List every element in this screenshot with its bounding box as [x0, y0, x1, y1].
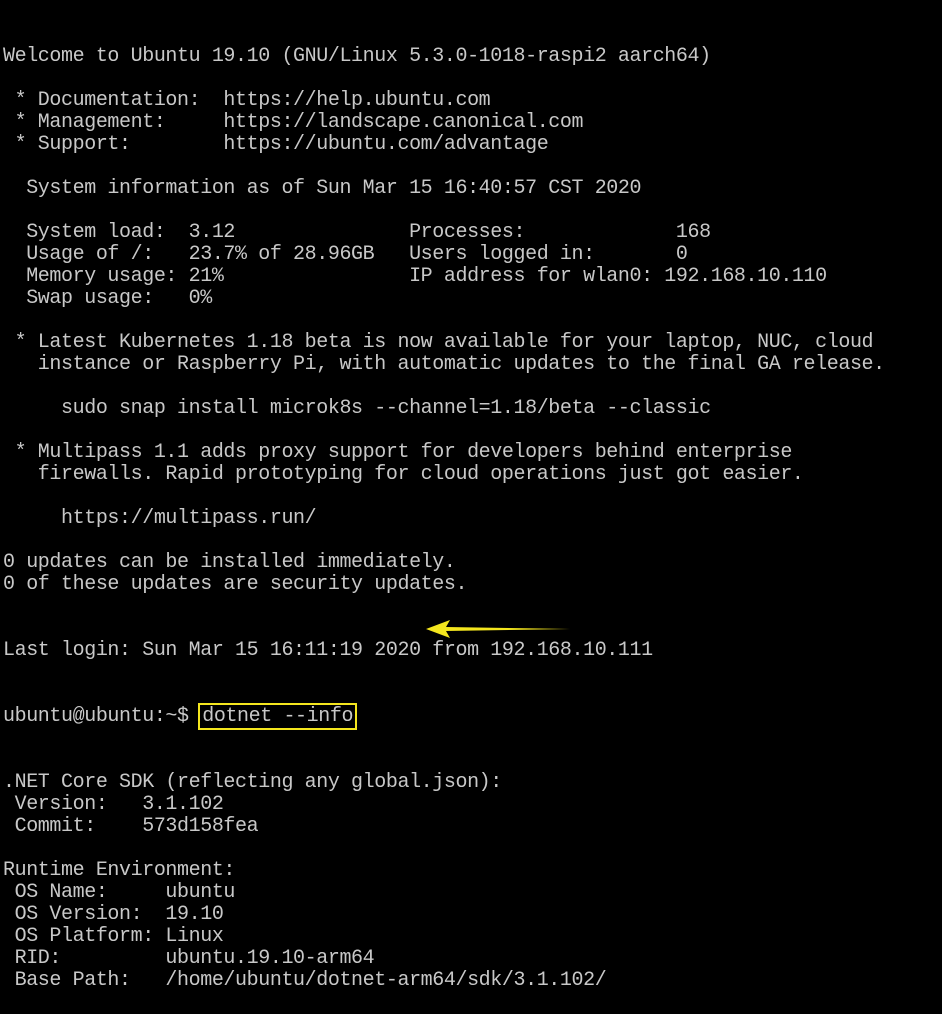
terminal-line: * Documentation: https://help.ubuntu.com [3, 89, 491, 112]
highlighted-command: dotnet --info [198, 703, 358, 730]
terminal-line: Usage of /: 23.7% of 28.96GB Users logge… [3, 243, 688, 266]
output-line: Runtime Environment: [3, 859, 236, 882]
terminal-line: 0 updates can be installed immediately. [3, 551, 456, 574]
terminal-line: firewalls. Rapid prototyping for cloud o… [3, 463, 804, 486]
terminal-line: System information as of Sun Mar 15 16:4… [3, 177, 642, 200]
login-banner: Welcome to Ubuntu 19.10 (GNU/Linux 5.3.0… [3, 46, 938, 662]
terminal-line: * Latest Kubernetes 1.18 beta is now ava… [3, 331, 874, 354]
terminal-line: Welcome to Ubuntu 19.10 (GNU/Linux 5.3.0… [3, 45, 711, 68]
output-line: Commit: 573d158fea [3, 815, 259, 838]
terminal-line: instance or Raspberry Pi, with automatic… [3, 353, 885, 376]
output-line: RID: ubuntu.19.10-arm64 [3, 947, 375, 970]
command-output: .NET Core SDK (reflecting any global.jso… [3, 772, 938, 992]
terminal-line: * Support: https://ubuntu.com/advantage [3, 133, 549, 156]
output-line: OS Version: 19.10 [3, 903, 224, 926]
terminal-line: https://multipass.run/ [3, 507, 317, 530]
terminal-line: sudo snap install microk8s --channel=1.1… [3, 397, 711, 420]
terminal-window[interactable]: { "terminal": { "lines": [ "Welcome to U… [0, 0, 942, 992]
terminal-line: System load: 3.12 Processes: 168 [3, 221, 711, 244]
output-line: Version: 3.1.102 [3, 793, 224, 816]
terminal-line: Last login: Sun Mar 15 16:11:19 2020 fro… [3, 639, 653, 662]
output-line: OS Platform: Linux [3, 925, 224, 948]
terminal-line: * Multipass 1.1 adds proxy support for d… [3, 441, 793, 464]
terminal-line: Swap usage: 0% [3, 287, 212, 310]
shell-prompt: ubuntu@ubuntu:~$ [3, 705, 201, 728]
output-line: Base Path: /home/ubuntu/dotnet-arm64/sdk… [3, 969, 607, 992]
terminal-output[interactable]: Welcome to Ubuntu 19.10 (GNU/Linux 5.3.0… [3, 2, 938, 1014]
arrow-left-icon [426, 620, 570, 638]
terminal-line: Memory usage: 21% IP address for wlan0: … [3, 265, 827, 288]
terminal-line: * Management: https://landscape.canonica… [3, 111, 584, 134]
output-line: .NET Core SDK (reflecting any global.jso… [3, 771, 502, 794]
command-line[interactable]: ubuntu@ubuntu:~$ dotnet --info [3, 703, 938, 730]
terminal-line: 0 of these updates are security updates. [3, 573, 468, 596]
output-line: OS Name: ubuntu [3, 881, 236, 904]
